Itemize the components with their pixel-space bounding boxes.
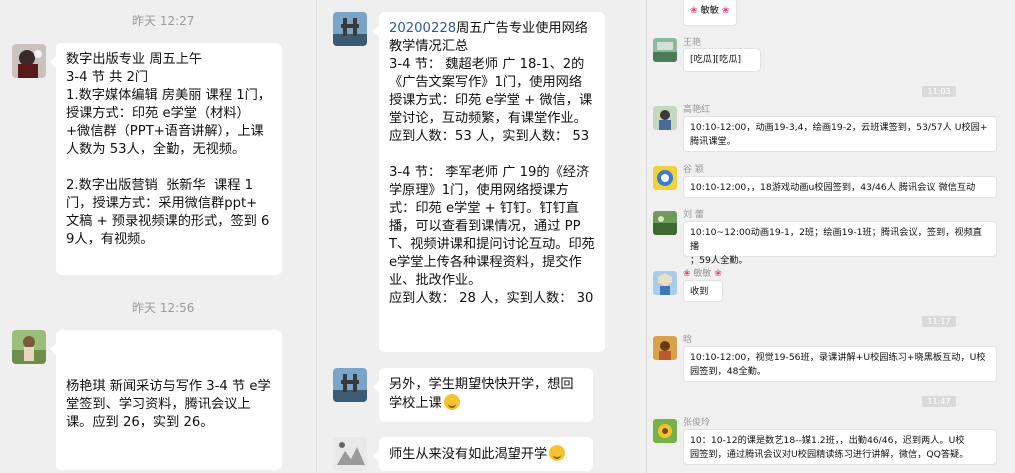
message-bubble: [吃瓜][吃瓜] — [683, 48, 761, 72]
sender-name-text: 敏敏 — [693, 269, 712, 279]
smile-emoji-icon — [549, 445, 566, 461]
chat-panel-left: 昨天 12:27 数字出版专业 周五上午 3-4 节 共 2门 1.数字媒体编辑… — [0, 0, 316, 473]
sender-name: 谷 颖 — [683, 165, 704, 175]
avatar[interactable] — [333, 437, 367, 471]
avatar[interactable] — [333, 368, 367, 402]
flower-icon: ❀ — [690, 5, 701, 16]
flower-icon: ❀ — [711, 269, 722, 279]
avatar[interactable] — [12, 44, 46, 78]
sender-name: 张俊玲 — [683, 418, 711, 428]
timestamp: 昨天 12:27 — [132, 14, 195, 28]
sender-name: 高艳红 — [683, 105, 711, 115]
time-badge: 11:47 — [922, 396, 956, 407]
sender-name: ❀ 敏敏 ❀ — [683, 266, 722, 279]
message-bubble: 师生从来没有如此渴望开学 — [373, 437, 593, 471]
message-date-link[interactable]: 20200228 — [389, 21, 456, 36]
sender-name: 王艳 — [683, 38, 702, 48]
avatar[interactable] — [653, 211, 677, 235]
avatar[interactable] — [653, 38, 677, 62]
message-bubble: 数字出版专业 周五上午 3-4 节 共 2门 1.数字媒体编辑 房美丽 课程 1… — [50, 43, 282, 275]
chat-panel-middle: 20200228周五广告专业使用网络教学情况汇总 3-4 节： 魏超老师 广 1… — [316, 0, 646, 473]
avatar[interactable] — [653, 336, 677, 360]
avatar[interactable] — [653, 166, 677, 190]
time-badge: 11:17 — [922, 316, 956, 327]
message-bubble: 10:10-12:00，，18游戏动画u校园签到，43/46人 腾讯会议 微信互… — [683, 176, 997, 198]
flower-icon: ❀ — [719, 5, 730, 16]
message-bubble: 10:10~12:00动画19-1，2班；绘画19-1班；腾讯会议，签到，视频直… — [683, 221, 997, 266]
sender-name: 晗 — [683, 335, 693, 345]
message-bubble: 10:10-12:00，视觉19-56班，录课讲解+U校园练习+晓黑板互动，U校… — [683, 346, 997, 382]
message-bubble: 另外，学生期望快快开学，想回学校上课 — [373, 368, 593, 422]
message-bubble: 10：10-12的课是数艺18--媒1.2班，，出勤46/46，迟到两人。U校 … — [683, 429, 997, 465]
message-text: 师生从来没有如此渴望开学 — [389, 447, 548, 462]
message-bubble: 20200228周五广告专业使用网络教学情况汇总 3-4 节： 魏超老师 广 1… — [373, 12, 605, 352]
message-bubble: 收到 — [683, 280, 723, 302]
message-bubble: ❀ 敏敏 ❀ — [683, 0, 737, 26]
avatar[interactable] — [653, 419, 677, 443]
avatar[interactable] — [653, 271, 677, 295]
avatar[interactable] — [12, 330, 46, 364]
message-text: 周五广告专业使用网络教学情况汇总 3-4 节： 魏超老师 广 18-1、2的《广… — [389, 21, 595, 306]
chat-panel-right: ❀ 敏敏 ❀ 王艳 [吃瓜][吃瓜] 11:03 高艳红 10:10-12:00… — [646, 0, 1015, 473]
time-badge: 11:03 — [922, 86, 956, 97]
timestamp: 昨天 12:56 — [132, 301, 195, 315]
avatar[interactable] — [653, 106, 677, 130]
message-text: 另外，学生期望快快开学，想回学校上课 — [389, 377, 574, 411]
message-bubble: 10:10-12:00，动画19-3,4，绘画19-2，云班课签到，53/57人… — [683, 116, 997, 152]
sender-name: 敏敏 — [700, 5, 719, 16]
message-bubble: 杨艳琪 新闻采访与写作 3-4 节 e学堂签到、学习资料，腾讯会议上课。应到 2… — [50, 330, 282, 470]
avatar[interactable] — [333, 12, 367, 46]
grin-emoji-icon — [443, 394, 460, 410]
flower-icon: ❀ — [683, 269, 694, 279]
sender-name: 刘 蕾 — [683, 210, 704, 220]
